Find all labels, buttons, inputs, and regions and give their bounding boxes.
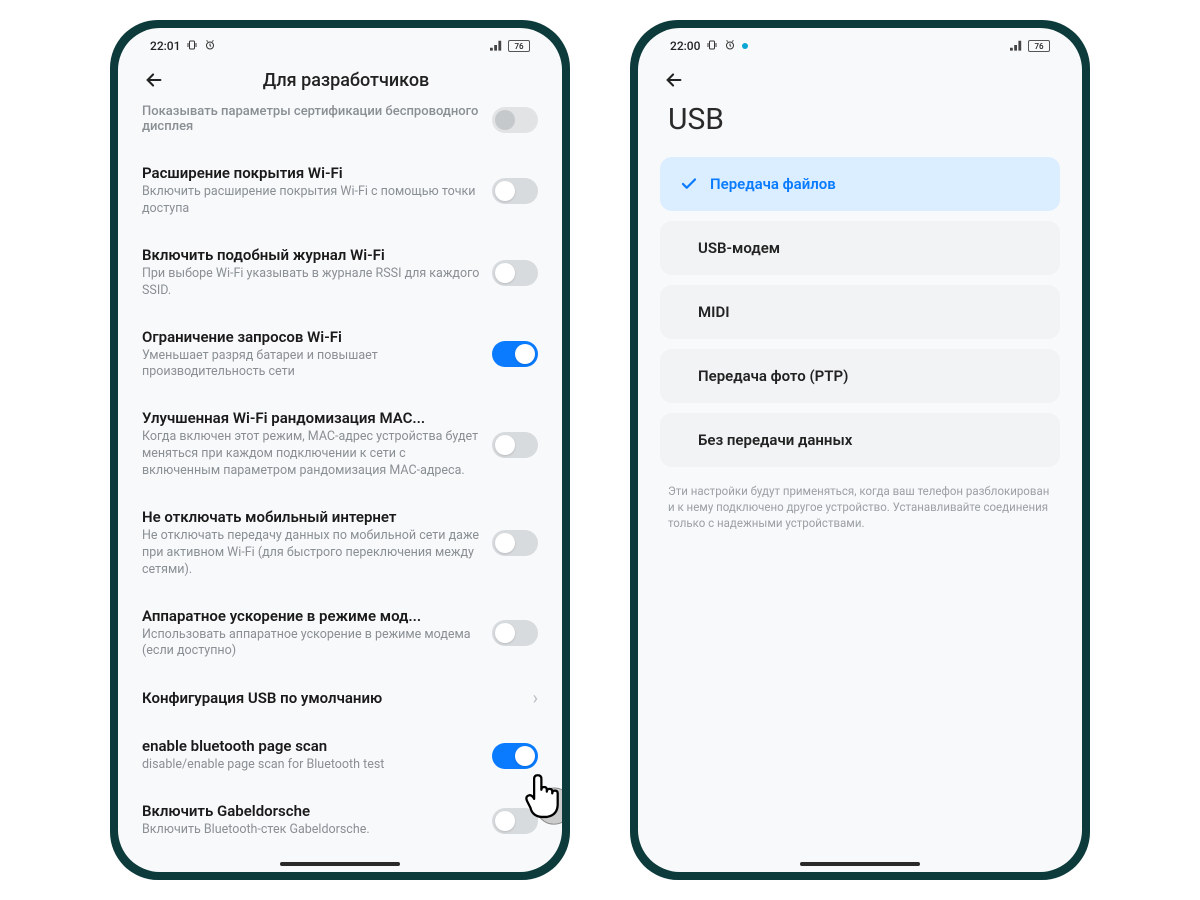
back-button[interactable] (662, 68, 686, 92)
setting-row[interactable]: Аппаратное ускорение в режиме мод... Испо… (138, 593, 542, 675)
setting-subtitle: Не отключать передачу данных по мобильно… (142, 528, 480, 579)
setting-subtitle: Включить Bluetooth-стек Gabeldorsche. (142, 822, 480, 839)
setting-row[interactable]: Конфигурация USB по умолчанию › (138, 674, 542, 723)
setting-title: Включить подобный журнал Wi-Fi (142, 246, 480, 264)
option-label: Передача фото (PTP) (698, 367, 848, 385)
setting-title: Включить Gabeldorsche (142, 802, 480, 820)
setting-row[interactable]: Не отключать мобильный интернет Не отключ… (138, 494, 542, 593)
vibrate-icon (186, 39, 198, 54)
toggle-switch[interactable] (492, 341, 538, 367)
page-header (638, 58, 1082, 96)
toggle-switch[interactable] (492, 107, 538, 133)
usb-option[interactable]: Без передачи данных (660, 413, 1060, 467)
setting-subtitle: Включить расширение покрытия Wi-Fi с пом… (142, 184, 480, 218)
usb-option[interactable]: MIDI (660, 285, 1060, 339)
toggle-switch[interactable] (492, 432, 538, 458)
setting-title: Расширение покрытия Wi-Fi (142, 164, 480, 182)
setting-title: Показывать параметры сертификации беспро… (142, 104, 480, 134)
setting-title: enable bluetooth page scan (142, 737, 480, 755)
alarm-icon (724, 39, 736, 54)
notification-dot-icon (742, 43, 748, 49)
home-indicator[interactable] (280, 862, 400, 866)
statusbar: 22:01 76 (118, 28, 562, 58)
check-icon (680, 175, 698, 193)
page-header: Для разработчиков (118, 58, 562, 104)
setting-row[interactable]: Включить Gabeldorsche Включить Bluetooth-… (138, 788, 542, 853)
setting-subtitle: Использовать аппаратное ускорение в режи… (142, 627, 480, 661)
toggle-switch[interactable] (492, 178, 538, 204)
page-title: USB (638, 96, 1082, 157)
option-label: USB-модем (698, 239, 780, 257)
usb-options-list: Передача файлов USB-модем MIDI Передача фот… (638, 157, 1082, 467)
setting-row[interactable]: enable bluetooth page scan disable/enable… (138, 723, 542, 788)
setting-title: Улучшенная Wi-Fi рандомизация MAC... (142, 409, 480, 427)
setting-title: Конфигурация USB по умолчанию (142, 689, 521, 707)
status-time: 22:01 (150, 39, 180, 53)
setting-subtitle: disable/enable page scan for Bluetooth t… (142, 757, 480, 774)
usb-option[interactable]: USB-модем (660, 221, 1060, 275)
status-time: 22:00 (670, 39, 700, 53)
settings-list[interactable]: Показывать параметры сертификации беспро… (118, 104, 562, 872)
setting-title: Ограничение запросов Wi-Fi (142, 328, 480, 346)
toggle-switch[interactable] (492, 620, 538, 646)
setting-row[interactable]: Включить подобный журнал Wi-Fi При выборе… (138, 232, 542, 314)
phone-right: 22:00 76 USB Передача файл (630, 20, 1090, 880)
screen-left: 22:01 76 Для разработчиков Показыв (118, 28, 562, 872)
usb-option[interactable]: Передача файлов (660, 157, 1060, 211)
setting-row[interactable]: Ограничение запросов Wi-Fi Уменьшает разр… (138, 314, 542, 396)
setting-row[interactable]: Расширение покрытия Wi-Fi Включить расшир… (138, 150, 542, 232)
toggle-switch[interactable] (492, 808, 538, 834)
chevron-right-icon: › (533, 688, 538, 709)
setting-subtitle: Уменьшает разряд батареи и повышает прои… (142, 348, 480, 382)
setting-subtitle: При выборе Wi-Fi указывать в журнале RSS… (142, 266, 480, 300)
setting-row[interactable]: Улучшенная Wi-Fi рандомизация MAC... Когд… (138, 395, 542, 494)
home-indicator[interactable] (800, 862, 920, 866)
setting-row[interactable]: Показывать параметры сертификации беспро… (138, 104, 542, 150)
signal-icon (490, 39, 504, 54)
option-label: MIDI (698, 303, 730, 321)
page-title: Для разработчиков (154, 70, 538, 91)
setting-subtitle: Когда включен этот режим, MAC-адрес устр… (142, 429, 480, 480)
toggle-switch[interactable] (492, 530, 538, 556)
alarm-icon (204, 39, 216, 54)
toggle-switch[interactable] (492, 260, 538, 286)
toggle-switch[interactable] (492, 743, 538, 769)
vibrate-icon (706, 39, 718, 54)
footnote-text: Эти настройки будут применяться, когда в… (638, 467, 1082, 547)
screen-right: 22:00 76 USB Передача файл (638, 28, 1082, 872)
setting-title: Аппаратное ускорение в режиме мод... (142, 607, 480, 625)
option-label: Передача файлов (710, 175, 836, 193)
signal-icon (1010, 39, 1024, 54)
usb-option[interactable]: Передача фото (PTP) (660, 349, 1060, 403)
option-label: Без передачи данных (698, 431, 852, 449)
statusbar: 22:00 76 (638, 28, 1082, 58)
phone-left: 22:01 76 Для разработчиков Показыв (110, 20, 570, 880)
battery-icon: 76 (508, 40, 530, 52)
setting-title: Не отключать мобильный интернет (142, 508, 480, 526)
battery-icon: 76 (1028, 40, 1050, 52)
